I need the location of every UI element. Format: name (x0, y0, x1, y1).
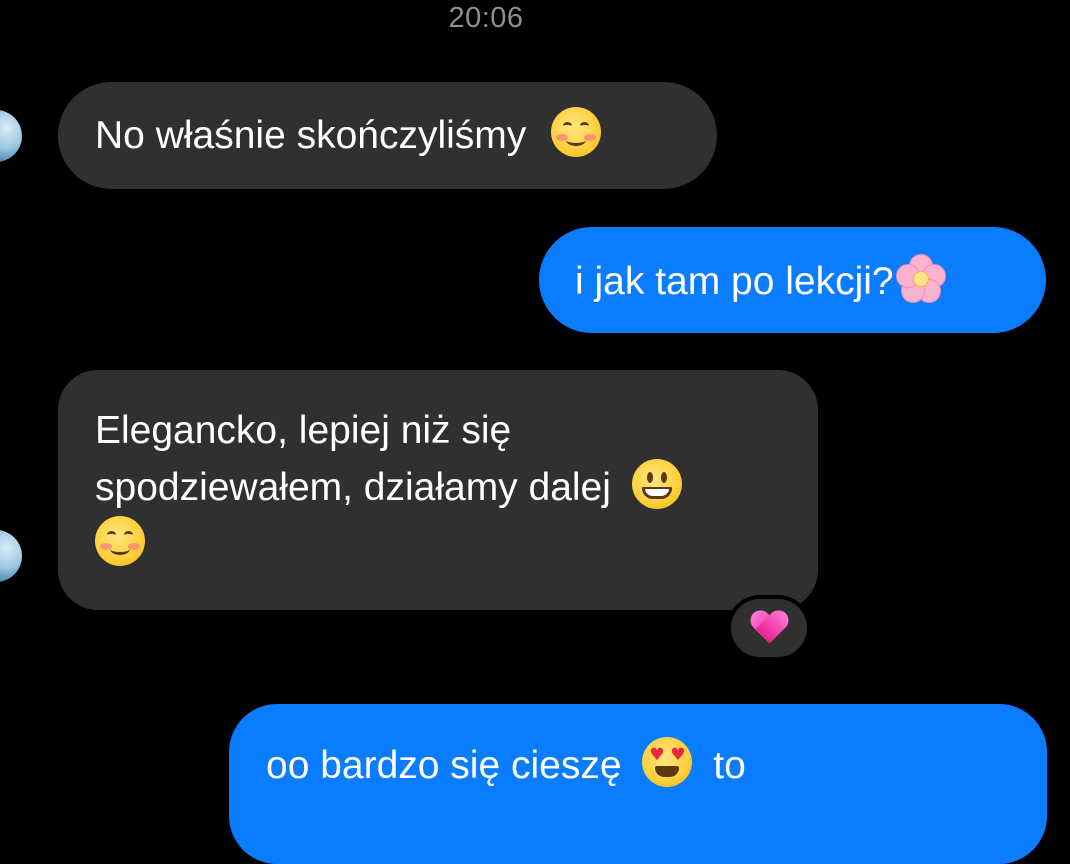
message-text-line: Elegancko, lepiej niż się (95, 409, 512, 452)
message-bubble-incoming[interactable]: No właśnie skończyliśmy (58, 82, 717, 189)
message-timestamp: 20:06 (448, 2, 524, 34)
contact-avatar[interactable] (0, 110, 22, 162)
cherry-blossom-icon (894, 252, 946, 304)
contact-avatar[interactable] (0, 530, 22, 582)
message-text: spodziewałem, działamy dalej (95, 466, 611, 509)
message-text-line (95, 516, 818, 573)
message-reaction[interactable] (727, 595, 811, 661)
message-bubble-incoming[interactable]: Elegancko, lepiej niż się spodziewałem, … (58, 370, 818, 610)
message-text: No właśnie skończyliśmy (95, 114, 527, 157)
heart-eyes-face-icon: ♥ ♥ (642, 737, 693, 787)
pink-heart-icon (750, 611, 788, 645)
message-text: to (713, 744, 746, 787)
message-text-line: spodziewałem, działamy dalej (95, 459, 818, 516)
grinning-face-icon (631, 459, 682, 509)
smiling-face-icon (551, 107, 602, 157)
message-bubble-outgoing[interactable]: oo bardzo się cieszę ♥ ♥ to (229, 704, 1047, 864)
message-text: i jak tam po lekcji? (575, 260, 894, 303)
message-bubble-outgoing[interactable]: i jak tam po lekcji? (539, 227, 1046, 333)
smiling-face-icon (95, 516, 145, 566)
message-text: oo bardzo się cieszę (266, 744, 622, 787)
